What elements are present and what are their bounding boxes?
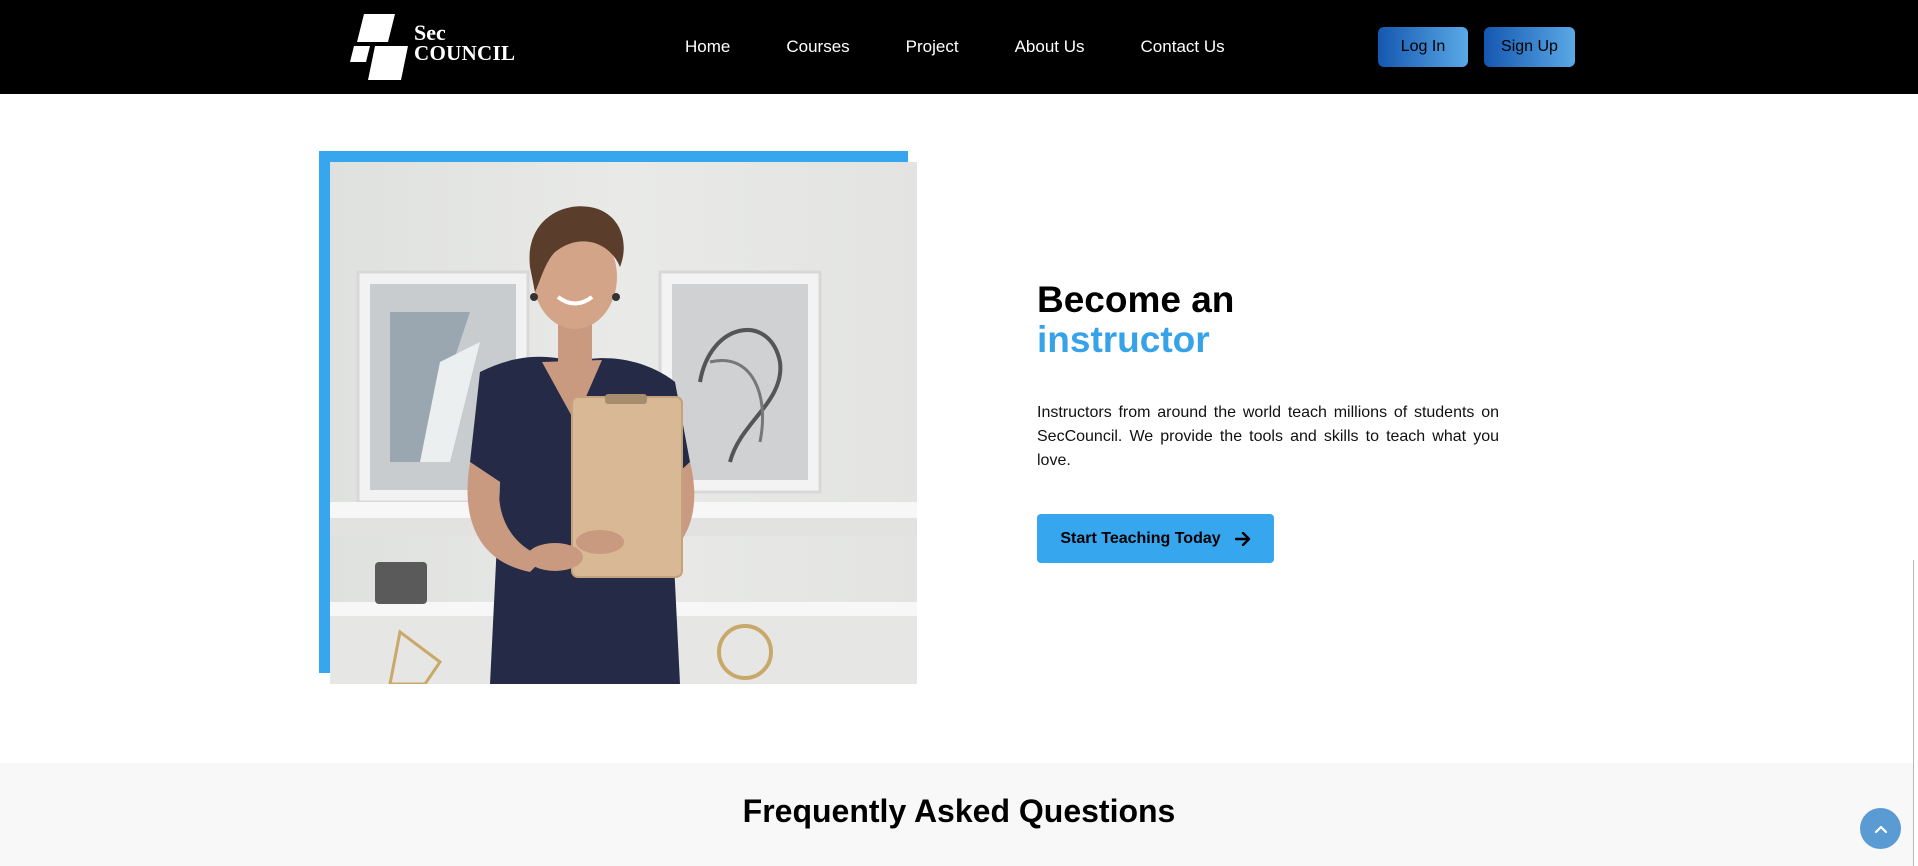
nav-link-courses[interactable]: Courses (786, 35, 849, 59)
logo-mark-icon (350, 14, 408, 80)
main-nav: Home Courses Project About Us Contact Us (685, 35, 1225, 59)
page-scrollbar[interactable] (1913, 560, 1918, 866)
brand-line-2: COUNCIL (414, 41, 516, 65)
brand-logo[interactable]: Sec COUNCIL (350, 12, 515, 82)
nav-link-home[interactable]: Home (685, 35, 730, 59)
instructor-photo (330, 162, 917, 684)
login-button[interactable]: Log In (1378, 27, 1468, 67)
instructor-heading: Become an instructor (1037, 280, 1234, 360)
signup-button[interactable]: Sign Up (1484, 27, 1575, 67)
brand-name: Sec COUNCIL (414, 22, 515, 64)
nav-link-about-us[interactable]: About Us (1015, 35, 1085, 59)
instructor-description: Instructors from around the world teach … (1037, 404, 1499, 469)
navbar: Sec COUNCIL Home Courses Project About U… (0, 0, 1918, 94)
faq-section: Frequently Asked Questions (0, 763, 1918, 866)
start-teaching-button[interactable]: Start Teaching Today (1037, 514, 1274, 563)
nav-link-contact-us[interactable]: Contact Us (1141, 35, 1225, 59)
instructor-photo-illustration (330, 162, 917, 684)
start-teaching-label: Start Teaching Today (1060, 529, 1221, 547)
nav-link-project[interactable]: Project (906, 35, 959, 59)
faq-title: Frequently Asked Questions (742, 793, 1176, 829)
heading-line-2-highlight: instructor (1037, 319, 1210, 360)
arrow-right-icon (1234, 531, 1250, 546)
brand-line-1: Sec (414, 20, 446, 45)
heading-line-1: Become an (1037, 279, 1235, 320)
scroll-to-top-button[interactable] (1860, 808, 1901, 849)
chevron-up-icon (1874, 825, 1887, 833)
